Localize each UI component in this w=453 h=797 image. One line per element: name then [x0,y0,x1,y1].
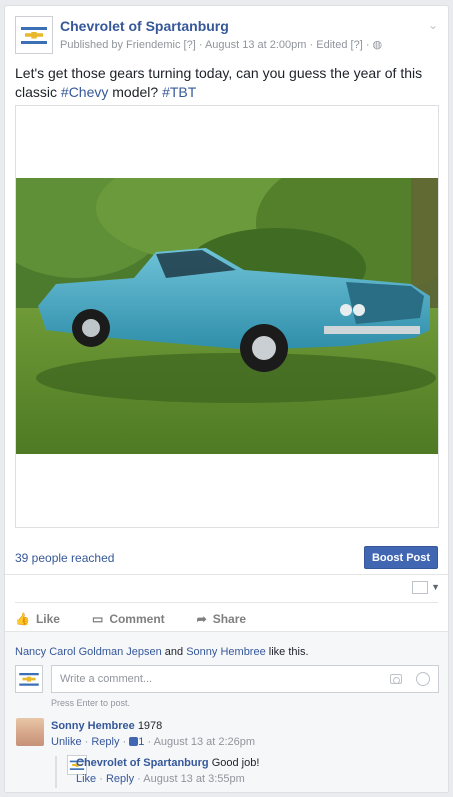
post-text: Let's get those gears turning today, can… [15,65,423,100]
liker-link-2[interactable]: Sonny Hembree [186,646,266,658]
help-marker[interactable]: [?] [184,39,196,51]
emoji-icon[interactable] [416,672,430,686]
reply-author[interactable]: Chevrolet of Spartanburg [76,757,209,769]
comment-text: 1978 [137,720,163,732]
comment-timestamp[interactable]: August 13 at 2:26pm [154,736,256,748]
reply-timestamp[interactable]: August 13 at 3:55pm [143,773,245,785]
reply-item: Chevrolet of Spartanburg Good job! Like … [76,757,260,785]
comment-input[interactable]: Write a comment... [51,665,439,693]
post-card: Chevrolet of Spartanburg Published by Fr… [4,5,449,793]
edited-label[interactable]: Edited [316,39,347,51]
reply-text: Good job! [211,757,260,769]
el-camino-photo [16,178,438,454]
share-icon: ➦ [196,612,207,626]
boost-post-button[interactable]: Boost Post [364,546,438,569]
likes-summary: Nancy Carol Goldman Jepsen and Sonny Hem… [15,646,309,658]
comment-item: Sonny Hembree 1978 Unlike · Reply · 1 · … [51,720,256,748]
thumbs-up-icon: 👍 [15,612,30,626]
audience-selector-icon[interactable] [412,581,428,594]
help-marker-2[interactable]: [?] [351,39,363,51]
camera-icon[interactable] [390,674,402,684]
unlike-link[interactable]: Unlike [51,736,82,748]
composer-avatar [15,665,43,693]
share-button[interactable]: ➦ Share [197,609,246,629]
like-count[interactable]: 1 [138,736,144,748]
chevrolet-logo [19,669,39,689]
like-count-icon [129,737,139,746]
divider [15,602,438,603]
hashtag-chevy[interactable]: #Chevy [61,84,108,100]
reply-link[interactable]: Reply [91,736,119,748]
published-by: Published by Friendemic [60,39,181,51]
comment-author[interactable]: Sonny Hembree [51,720,135,732]
caret-down-icon[interactable]: ▼ [431,582,440,592]
reply-indent-bar [55,756,57,788]
comment-button[interactable]: ▭ Comment [92,609,165,629]
reply-like-link[interactable]: Like [76,773,96,785]
page-avatar[interactable] [15,16,53,54]
comments-section: Nancy Carol Goldman Jepsen and Sonny Hem… [5,631,448,792]
page-name-link[interactable]: Chevrolet of Spartanburg [60,18,229,34]
commenter-avatar[interactable] [16,718,44,746]
reply-reply-link[interactable]: Reply [106,773,134,785]
post-timestamp[interactable]: August 13 at 2:00pm [205,39,307,51]
hashtag-tbt[interactable]: #TBT [162,84,196,100]
people-reached-link[interactable]: 39 people reached [15,551,114,565]
like-button[interactable]: 👍 Like [15,609,60,629]
liker-link-1[interactable]: Nancy Carol Goldman Jepsen [15,646,162,658]
post-header: Chevrolet of Spartanburg Published by Fr… [15,16,438,56]
action-bar: 👍 Like ▭ Comment ➦ Share [15,609,246,629]
globe-icon: ◍ [372,39,383,51]
post-photo[interactable] [15,105,439,528]
post-meta: Published by Friendemic [?] · August 13 … [60,39,383,51]
divider [5,574,448,575]
chevron-down-icon[interactable]: ⌄ [428,18,438,32]
chevrolet-logo [19,22,49,48]
comment-icon: ▭ [91,612,104,626]
press-enter-hint: Press Enter to post. [51,698,131,708]
